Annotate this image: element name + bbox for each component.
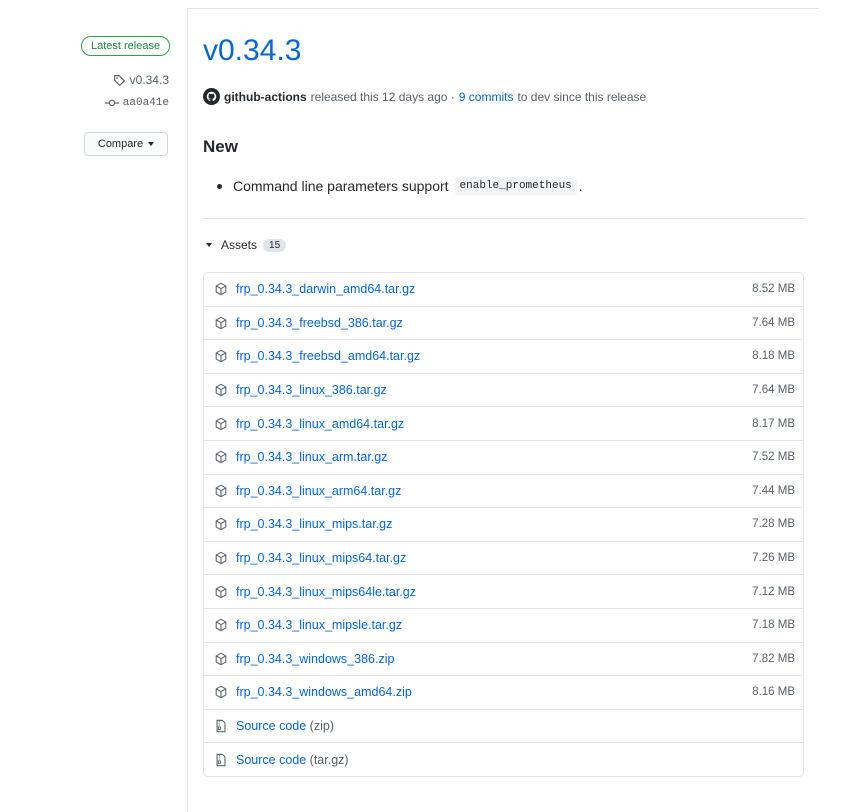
asset-row[interactable]: frp_0.34.3_linux_amd64.tar.gz 8.17 MB xyxy=(204,407,803,441)
assets-count-badge: 15 xyxy=(263,238,287,252)
asset-link[interactable]: frp_0.34.3_linux_mipsle.tar.gz xyxy=(236,618,402,632)
section-divider xyxy=(203,218,805,219)
package-icon xyxy=(215,383,227,397)
top-divider xyxy=(187,8,819,9)
source-code-link[interactable]: Source code (zip) xyxy=(236,719,334,733)
asset-row[interactable]: frp_0.34.3_linux_mips64.tar.gz 7.26 MB xyxy=(204,542,803,576)
compare-button[interactable]: Compare xyxy=(84,132,168,156)
latest-release-badge: Latest release xyxy=(81,36,171,56)
asset-link[interactable]: frp_0.34.3_linux_mips64le.tar.gz xyxy=(236,585,416,599)
source-code-row[interactable]: Source code (tar.gz) xyxy=(204,743,803,776)
timeline-divider xyxy=(187,8,188,812)
source-code-label: Source code xyxy=(236,719,307,734)
assets-label: Assets xyxy=(221,238,258,252)
asset-size: 8.52 MB xyxy=(752,283,795,296)
commits-suffix: to dev since this release xyxy=(517,89,647,104)
assets-list: frp_0.34.3_darwin_amd64.tar.gz 8.52 MB frp… xyxy=(203,272,804,777)
package-icon xyxy=(215,551,227,565)
source-code-link[interactable]: Source code (tar.gz) xyxy=(236,753,349,767)
asset-size: 8.16 MB xyxy=(752,686,795,699)
package-icon xyxy=(215,619,227,632)
asset-link[interactable]: frp_0.34.3_freebsd_amd64.tar.gz xyxy=(236,349,420,363)
source-code-row[interactable]: Source code (zip) xyxy=(204,710,803,744)
asset-link[interactable]: frp_0.34.3_linux_386.tar.gz xyxy=(236,383,387,397)
asset-link[interactable]: frp_0.34.3_darwin_amd64.tar.gz xyxy=(236,282,415,296)
note-text: Command line parameters support xyxy=(233,178,449,194)
bullet-dot xyxy=(217,183,222,189)
chevron-down-icon xyxy=(148,142,155,146)
asset-size: 7.18 MB xyxy=(752,619,795,632)
asset-link[interactable]: frp_0.34.3_windows_386.zip xyxy=(236,652,394,666)
asset-row[interactable]: frp_0.34.3_linux_mipsle.tar.gz 7.18 MB xyxy=(204,609,803,643)
asset-size: 7.28 MB xyxy=(752,518,795,531)
package-icon xyxy=(215,283,227,296)
package-icon xyxy=(215,585,227,598)
asset-size: 8.18 MB xyxy=(752,350,795,363)
asset-row[interactable]: frp_0.34.3_linux_arm64.tar.gz 7.44 MB xyxy=(204,475,803,509)
package-icon xyxy=(215,652,227,666)
asset-size: 7.12 MB xyxy=(752,585,795,598)
assets-toggle[interactable]: Assets 15 xyxy=(206,238,287,252)
release-tag[interactable]: v0.34.3 xyxy=(113,73,169,87)
asset-row[interactable]: frp_0.34.3_linux_386.tar.gz 7.64 MB xyxy=(204,374,803,408)
package-icon xyxy=(215,484,227,498)
git-commit-icon xyxy=(104,99,119,107)
note-end: . xyxy=(578,178,583,194)
asset-size: 7.82 MB xyxy=(752,652,795,665)
release-byline: github-actions released this 12 days ago… xyxy=(203,88,646,105)
file-zip-icon xyxy=(216,719,226,733)
asset-link[interactable]: frp_0.34.3_freebsd_386.tar.gz xyxy=(236,316,403,330)
asset-size: 8.17 MB xyxy=(752,417,795,430)
asset-link[interactable]: frp_0.34.3_linux_arm64.tar.gz xyxy=(236,484,401,498)
asset-row[interactable]: frp_0.34.3_linux_arm.tar.gz 7.52 MB xyxy=(204,441,803,475)
tag-icon xyxy=(113,74,125,86)
asset-row[interactable]: frp_0.34.3_freebsd_386.tar.gz 7.64 MB xyxy=(204,307,803,341)
file-zip-icon xyxy=(216,753,226,767)
asset-link[interactable]: frp_0.34.3_linux_mips64.tar.gz xyxy=(236,551,406,565)
asset-link[interactable]: frp_0.34.3_linux_mips.tar.gz xyxy=(236,517,392,531)
package-icon xyxy=(215,417,227,430)
asset-row[interactable]: frp_0.34.3_windows_amd64.zip 8.16 MB xyxy=(204,676,803,710)
package-icon xyxy=(215,350,227,363)
released-text: released this 12 days ago · xyxy=(310,89,455,104)
asset-row[interactable]: frp_0.34.3_windows_386.zip 7.82 MB xyxy=(204,643,803,677)
asset-size: 7.52 MB xyxy=(752,451,795,464)
asset-size: 7.64 MB xyxy=(752,384,795,397)
commit-sha: aa0a41e xyxy=(122,97,169,109)
note-code: enable_prometheus xyxy=(454,177,577,195)
source-code-format: (tar.gz) xyxy=(309,753,349,768)
release-commit[interactable]: aa0a41e xyxy=(104,97,169,109)
release-title[interactable]: v0.34.3 xyxy=(203,36,301,66)
commits-link[interactable]: 9 commits xyxy=(459,90,514,104)
notes-heading: New xyxy=(203,137,238,156)
asset-link[interactable]: frp_0.34.3_linux_amd64.tar.gz xyxy=(236,417,404,431)
source-code-format: (zip) xyxy=(309,719,334,734)
package-icon xyxy=(215,686,227,699)
source-code-label: Source code xyxy=(236,753,307,768)
asset-row[interactable]: frp_0.34.3_linux_mips.tar.gz 7.28 MB xyxy=(204,508,803,542)
asset-row[interactable]: frp_0.34.3_freebsd_amd64.tar.gz 8.18 MB xyxy=(204,340,803,374)
package-icon xyxy=(215,451,227,464)
release-note-item: Command line parameters support enable_p… xyxy=(217,177,583,195)
asset-size: 7.26 MB xyxy=(752,552,795,565)
release-author[interactable]: github-actions xyxy=(224,90,307,104)
tag-label: v0.34.3 xyxy=(129,73,169,87)
package-icon xyxy=(215,316,227,330)
asset-link[interactable]: frp_0.34.3_linux_arm.tar.gz xyxy=(236,450,387,464)
asset-row[interactable]: frp_0.34.3_linux_mips64le.tar.gz 7.12 MB xyxy=(204,575,803,609)
github-avatar-icon[interactable] xyxy=(203,88,220,105)
compare-label: Compare xyxy=(97,138,144,150)
triangle-down-icon xyxy=(206,243,212,247)
asset-row[interactable]: frp_0.34.3_darwin_amd64.tar.gz 8.52 MB xyxy=(204,273,803,307)
asset-size: 7.44 MB xyxy=(752,484,795,497)
asset-link[interactable]: frp_0.34.3_windows_amd64.zip xyxy=(236,685,412,699)
asset-size: 7.64 MB xyxy=(752,316,795,329)
package-icon xyxy=(215,518,227,531)
